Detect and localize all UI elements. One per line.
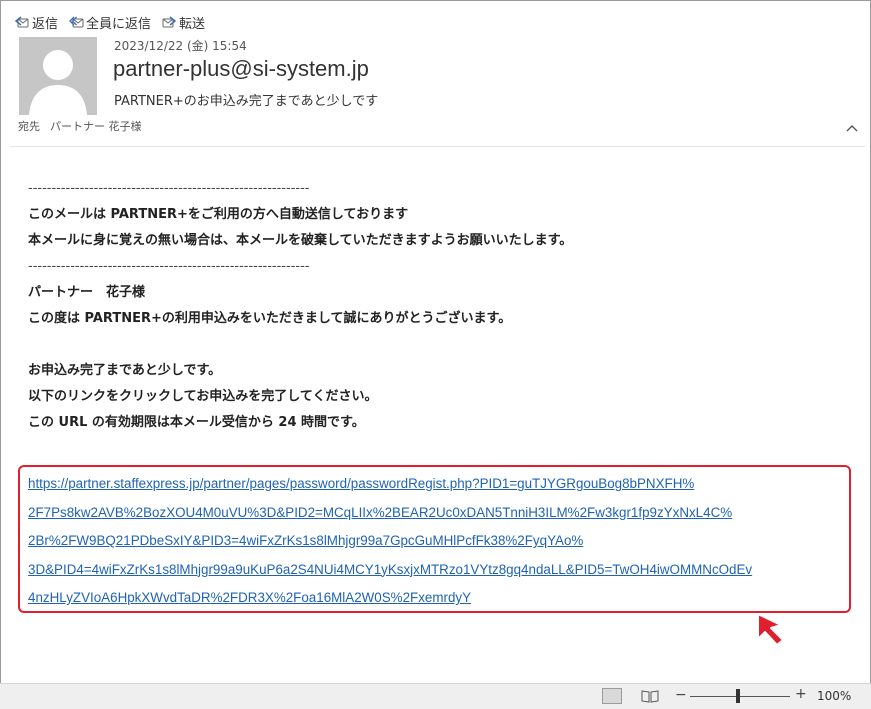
body-line: この URL の有効期限は本メール受信から 24 時間です。	[28, 415, 365, 430]
registration-link-line[interactable]: 2Br%2FW9BQ21PDbeSxIY&PID3=4wiFxZrKs1s8lM…	[28, 527, 848, 556]
reading-view-icon[interactable]	[640, 688, 660, 704]
mail-toolbar: 返信 全員に返信 転送	[14, 12, 205, 32]
forward-icon	[162, 16, 177, 28]
body-line: 以下のリンクをクリックしてお申込みを完了してください。	[28, 389, 378, 404]
registration-link[interactable]: https://partner.staffexpress.jp/partner/…	[28, 470, 848, 613]
mail-body: ----------------------------------------…	[28, 176, 848, 436]
registration-link-line[interactable]: 4nzHLyZVIoA6HpkXWvdTaDR%2FDR3X%2Foa16MlA…	[28, 584, 848, 613]
zoom-out-button[interactable]: −	[675, 687, 687, 703]
body-line: パートナー 花子様	[28, 285, 146, 300]
separator-line: ----------------------------------------…	[28, 259, 310, 274]
zoom-slider-track[interactable]	[690, 696, 790, 697]
reply-all-icon	[69, 16, 84, 28]
body-line: お申込み完了まであと少しです。	[28, 363, 222, 378]
reply-button[interactable]: 返信	[14, 13, 58, 32]
zoom-slider-thumb[interactable]	[736, 689, 740, 703]
to-value[interactable]: パートナー 花子様	[50, 118, 142, 134]
reply-icon	[14, 16, 29, 28]
recipient-row: 宛先 パートナー 花子様	[18, 118, 142, 134]
separator-line: ----------------------------------------…	[28, 181, 310, 196]
person-icon	[19, 37, 97, 115]
received-datetime: 2023/12/22 (金) 15:54	[114, 39, 247, 53]
reply-label: 返信	[32, 16, 59, 32]
collapse-header-chevron-up-icon[interactable]	[844, 121, 860, 135]
body-line: この度は PARTNER+の利用申込みをいただきまして誠にありがとうございます。	[28, 311, 512, 326]
registration-link-line[interactable]: 2F7Ps8kw2AVB%2BozXOU4M0uVU%3D&PID2=MCqLI…	[28, 499, 848, 528]
sender-avatar	[19, 37, 97, 115]
zoom-in-button[interactable]: +	[795, 686, 807, 702]
body-line: 本メールに身に覚えの無い場合は、本メールを破棄していただきますようお願いいたしま…	[28, 233, 573, 248]
forward-label: 転送	[179, 16, 206, 32]
reply-all-label: 全員に返信	[86, 16, 152, 32]
mail-subject: PARTNER+のお申込み完了まであと少しです	[114, 94, 379, 109]
registration-link-line[interactable]: https://partner.staffexpress.jp/partner/…	[28, 470, 848, 499]
sender-address[interactable]: partner-plus@si-system.jp	[113, 56, 369, 82]
body-line: このメールは PARTNER+をご利用の方へ自動送信しております	[28, 207, 409, 222]
pointer-arrow-icon	[757, 613, 784, 646]
forward-button[interactable]: 転送	[161, 13, 205, 32]
registration-link-line[interactable]: 3D&PID4=4wiFxZrKs1s8lMhjgr99a9uKuP6a2S4N…	[28, 556, 848, 585]
zoom-level[interactable]: 100%	[817, 689, 851, 703]
to-label: 宛先	[18, 120, 40, 133]
normal-view-icon[interactable]	[602, 688, 622, 704]
reply-all-button[interactable]: 全員に返信	[68, 13, 151, 32]
header-divider	[10, 146, 865, 147]
status-bar: − + 100%	[0, 683, 871, 709]
